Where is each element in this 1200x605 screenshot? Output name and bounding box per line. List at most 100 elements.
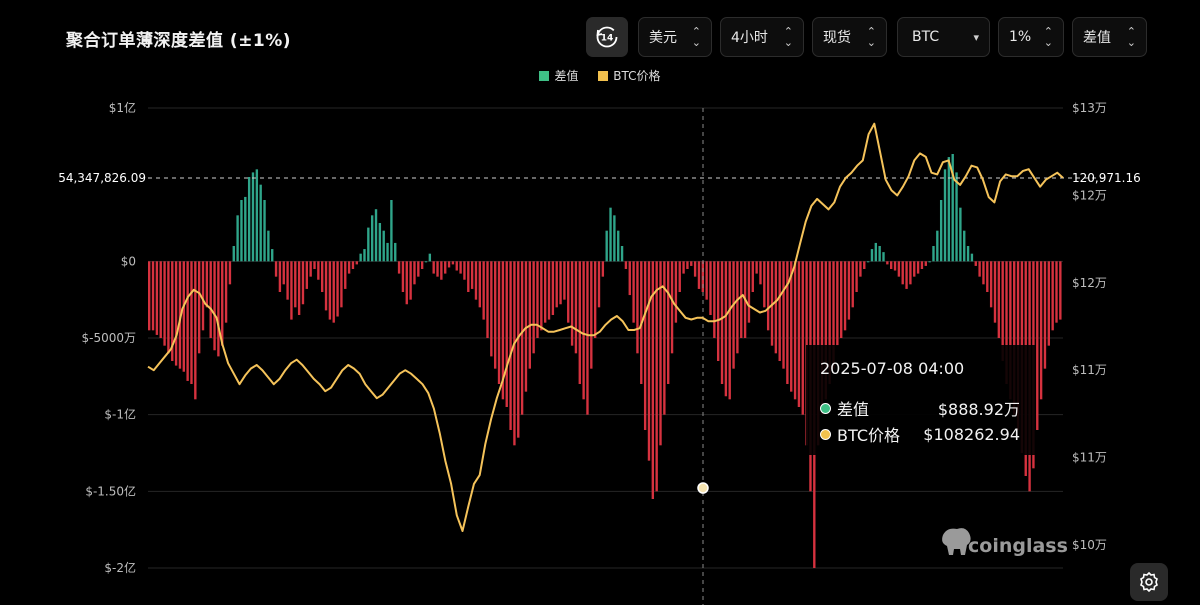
diff-bar	[313, 261, 316, 269]
diff-bar	[190, 261, 193, 384]
diff-bar	[424, 261, 428, 263]
diff-bar	[151, 261, 155, 331]
watermark-logo: coinglass	[942, 528, 1068, 557]
left-axis-tick-label: $1亿	[109, 100, 136, 115]
hover-tooltip: 2025-07-08 04:00 差值 $888.92万 BTC价格 $1082…	[806, 345, 1036, 455]
diff-bar	[394, 242, 397, 262]
diff-bar	[843, 261, 847, 331]
diff-bar	[228, 261, 232, 285]
diff-bar	[797, 261, 801, 407]
diff-bar	[786, 261, 789, 384]
diff-bar	[401, 261, 405, 292]
diff-bar	[678, 261, 681, 292]
diff-bar	[551, 261, 555, 315]
diff-bar	[601, 261, 605, 277]
diff-bar	[720, 261, 724, 384]
diff-bar	[928, 261, 931, 263]
diff-bar	[336, 261, 339, 317]
tooltip-dot	[820, 428, 831, 440]
diff-bar	[920, 261, 924, 269]
diff-bar	[390, 200, 393, 262]
diff-bar	[570, 261, 574, 346]
diff-bar	[467, 261, 470, 292]
diff-bar	[240, 200, 243, 262]
diff-bar	[286, 261, 289, 300]
diff-bar	[778, 261, 781, 361]
diff-bar	[532, 261, 535, 354]
diff-bar	[901, 261, 904, 285]
diff-bar	[155, 261, 159, 335]
left-axis-tick-label: $0	[121, 254, 136, 268]
diff-bar	[763, 261, 766, 308]
diff-bar	[540, 261, 543, 331]
tooltip-value: $888.92万	[937, 400, 1020, 419]
diff-bar	[509, 261, 512, 430]
diff-bar	[478, 261, 482, 308]
right-axis-tick-label: $10万	[1072, 538, 1107, 552]
diff-bar	[686, 261, 689, 269]
diff-bar	[943, 169, 947, 262]
settings-button[interactable]	[1130, 563, 1168, 601]
diff-bar	[766, 261, 770, 331]
diff-bar	[494, 261, 497, 369]
diff-bar	[924, 261, 927, 266]
diff-bar	[847, 261, 851, 320]
diff-bar	[1051, 261, 1054, 331]
diff-bar	[609, 207, 612, 262]
diff-bar	[278, 261, 282, 292]
diff-bar	[482, 261, 485, 320]
diff-bar	[217, 261, 220, 357]
diff-bar	[497, 261, 501, 384]
diff-bar	[613, 215, 616, 262]
diff-bar	[290, 261, 293, 320]
diff-bar	[517, 261, 520, 438]
diff-bar	[882, 252, 885, 262]
diff-bar	[740, 261, 743, 338]
diff-bar	[359, 253, 362, 262]
diff-bar	[620, 246, 624, 262]
watermark-text: coinglass	[968, 535, 1068, 557]
diff-bar	[716, 261, 720, 361]
diff-bar	[294, 261, 297, 308]
diff-bar	[836, 261, 839, 346]
diff-bar	[667, 261, 670, 384]
diff-bar	[397, 261, 401, 274]
diff-bar	[782, 261, 785, 369]
diff-bar	[870, 249, 874, 262]
diff-bar	[148, 261, 151, 331]
diff-bar	[989, 261, 993, 308]
diff-bar	[440, 261, 443, 280]
tooltip-date: 2025-07-08 04:00	[820, 359, 965, 378]
diff-bar	[409, 261, 412, 300]
diff-bar	[459, 261, 462, 274]
diff-bar	[982, 261, 985, 285]
diff-bar	[909, 261, 912, 285]
diff-bar	[993, 261, 997, 323]
diff-bar	[197, 261, 201, 354]
crosshair-left-label: 54,347,826.09	[58, 171, 146, 185]
diff-bar	[997, 261, 1001, 338]
diff-bar	[378, 223, 382, 262]
diff-bar	[447, 261, 451, 268]
diff-bar	[321, 261, 324, 292]
diff-bar	[874, 242, 877, 262]
diff-bar	[597, 261, 601, 308]
diff-bar	[547, 261, 551, 320]
diff-bar	[309, 261, 312, 277]
diff-bar	[167, 261, 170, 354]
diff-bar	[355, 261, 358, 265]
diff-bar	[282, 261, 285, 285]
diff-bar	[913, 261, 916, 277]
diff-bar	[436, 261, 439, 277]
diff-bar	[490, 261, 493, 357]
diff-bar	[709, 261, 712, 315]
diff-bar	[759, 261, 762, 285]
diff-bar	[1043, 261, 1047, 369]
diff-bar	[543, 261, 547, 323]
diff-bar	[221, 261, 224, 346]
depth-chart[interactable]: $1亿 $0 $-5000万 $-1亿 $-1.50亿 $-2亿 $13万 $12万 $12万…	[0, 0, 1200, 605]
diff-bar	[559, 261, 562, 305]
diff-bar	[163, 261, 166, 346]
diff-bar	[182, 261, 185, 372]
diff-bar	[855, 261, 858, 292]
